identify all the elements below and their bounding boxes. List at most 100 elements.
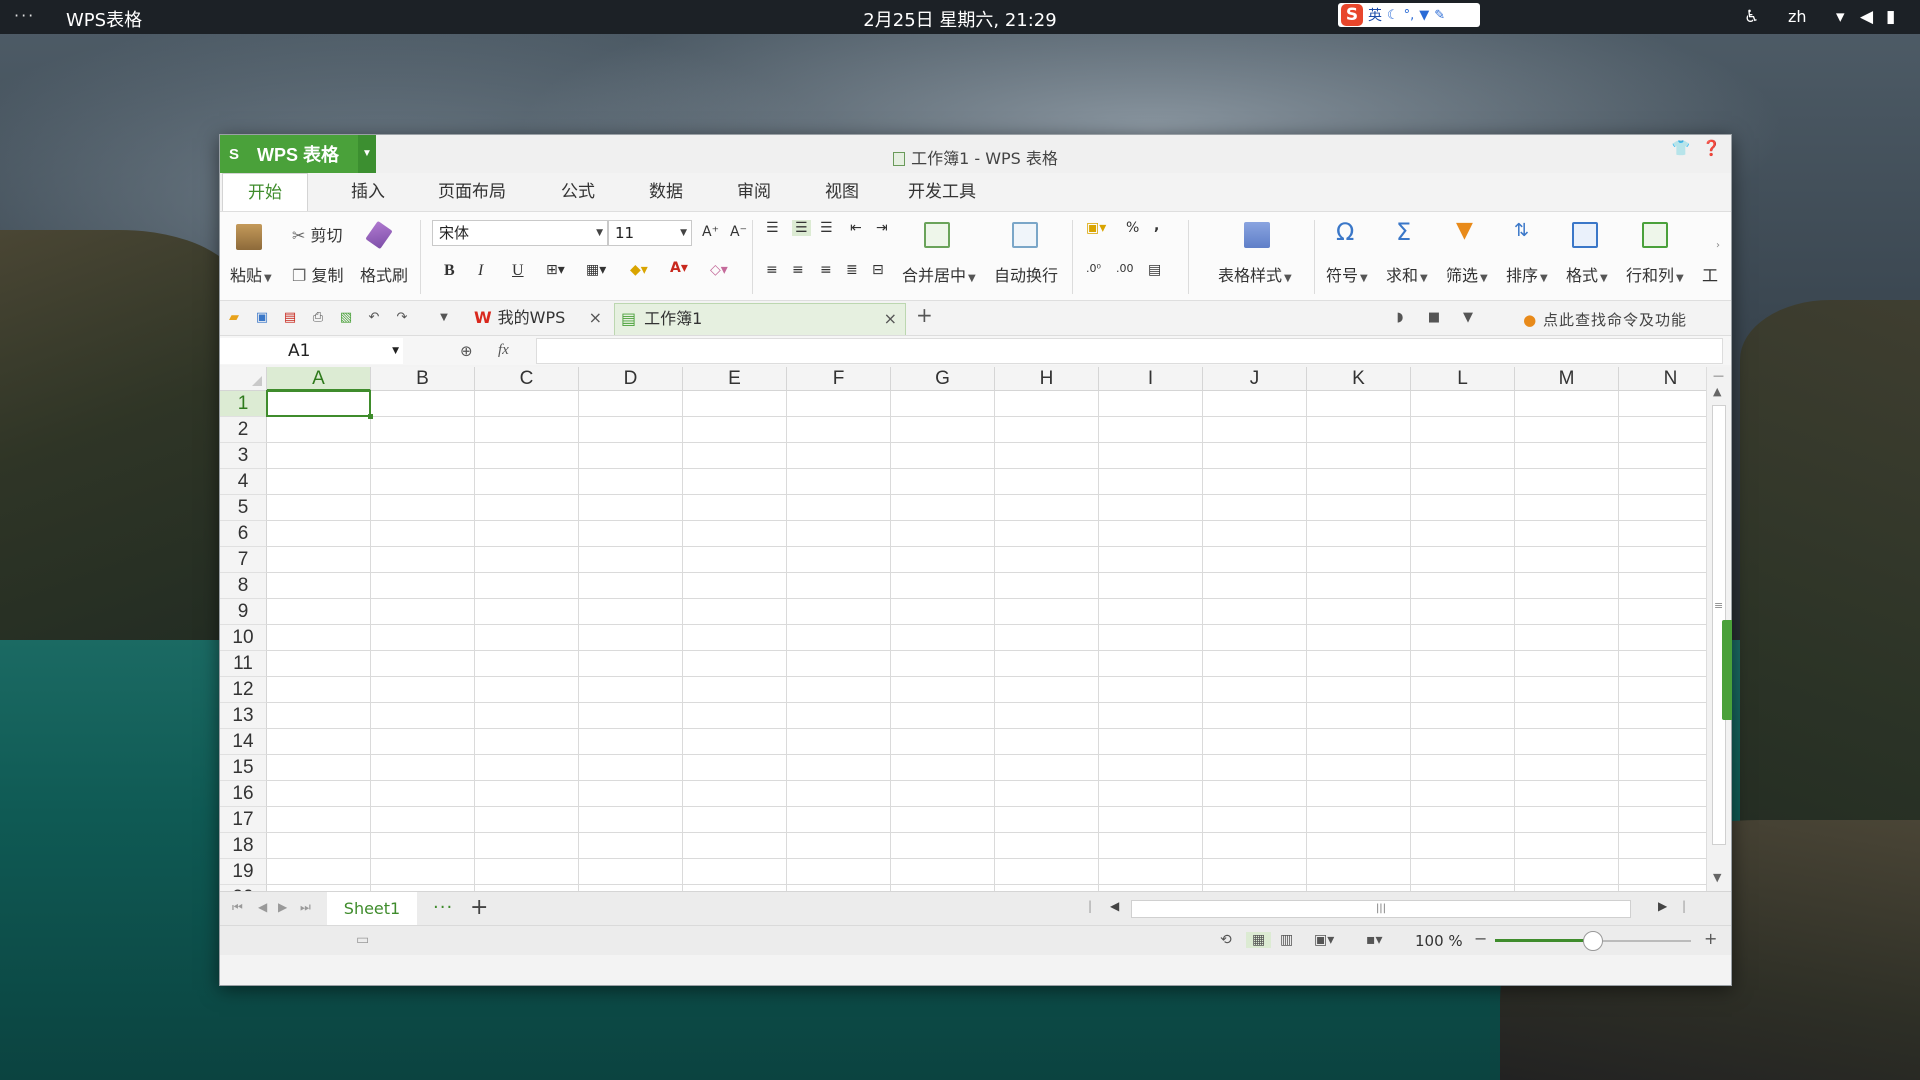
help-icon[interactable]: ❓: [1702, 139, 1721, 157]
wrap-text-icon[interactable]: [1012, 222, 1038, 248]
cut-button[interactable]: ✂ 剪切: [292, 222, 343, 246]
tab-my-wps[interactable]: W 我的WPS ×: [470, 303, 610, 335]
decrease-decimal-icon[interactable]: .00: [1116, 262, 1134, 275]
close-icon[interactable]: ×: [884, 304, 897, 334]
decrease-indent-icon[interactable]: ⇤: [850, 220, 862, 236]
tab-view[interactable]: 视图: [804, 173, 880, 211]
add-sheet-button[interactable]: +: [470, 895, 488, 920]
save-icon[interactable]: ▣: [254, 310, 270, 326]
border-icon[interactable]: ⊞▾: [546, 262, 565, 278]
zoom-search-icon[interactable]: ⊕: [460, 342, 473, 360]
more-sheets-button[interactable]: ···: [433, 897, 453, 918]
worksheet-button[interactable]: 工: [1702, 262, 1718, 286]
row-header[interactable]: 11: [220, 651, 267, 677]
column-header[interactable]: M: [1515, 367, 1619, 391]
sort-icon[interactable]: ⇅: [1514, 220, 1529, 241]
merge-center-button[interactable]: 合并居中 ▼: [902, 262, 976, 286]
scroll-up-icon[interactable]: ▲: [1713, 385, 1721, 398]
column-header[interactable]: A: [267, 367, 371, 391]
formula-input[interactable]: [536, 338, 1723, 364]
row-header[interactable]: 13: [220, 703, 267, 729]
filter-button[interactable]: 筛选 ▼: [1446, 262, 1488, 286]
last-sheet-icon[interactable]: ⏭: [300, 900, 311, 915]
language-indicator[interactable]: zh: [1788, 7, 1807, 26]
increase-indent-icon[interactable]: ⇥: [876, 220, 888, 236]
side-panel-toggle[interactable]: [1722, 620, 1732, 720]
number-format-icon[interactable]: ▤: [1148, 262, 1161, 278]
symbol-button[interactable]: 符号 ▼: [1326, 262, 1368, 286]
align-middle-icon[interactable]: ☰: [792, 220, 811, 236]
print-icon[interactable]: ⎙: [310, 310, 326, 326]
scroll-right-icon[interactable]: ▶: [1658, 899, 1667, 913]
column-header[interactable]: N: [1619, 367, 1706, 391]
redo-icon[interactable]: ↷: [394, 310, 410, 326]
sheet-tab-sheet1[interactable]: Sheet1: [327, 892, 417, 926]
reading-mode-icon[interactable]: ▣▾: [1314, 932, 1334, 948]
row-header[interactable]: 9: [220, 599, 267, 625]
row-header[interactable]: 19: [220, 859, 267, 885]
zoom-level[interactable]: 100 %: [1415, 932, 1463, 950]
paste-button[interactable]: 粘贴 ▼: [230, 262, 272, 286]
justify-icon[interactable]: ≣: [846, 262, 858, 278]
underline-button[interactable]: U: [512, 262, 524, 280]
row-header[interactable]: 1: [220, 391, 267, 417]
column-header[interactable]: C: [475, 367, 579, 391]
row-header[interactable]: 15: [220, 755, 267, 781]
undo-icon[interactable]: ↶: [366, 310, 382, 326]
column-header[interactable]: I: [1099, 367, 1203, 391]
customize-toolbar-icon[interactable]: ▼: [436, 310, 452, 326]
sum-button[interactable]: 求和 ▼: [1386, 262, 1428, 286]
select-all-corner[interactable]: [220, 367, 267, 391]
scroll-left-icon[interactable]: ◀: [1110, 899, 1119, 913]
zoom-in-icon[interactable]: +: [1704, 929, 1717, 948]
accessibility-icon[interactable]: ♿: [1744, 7, 1759, 27]
font-size-select[interactable]: 11 ▼: [608, 220, 692, 246]
comma-button[interactable]: ,: [1154, 218, 1159, 234]
column-header[interactable]: B: [371, 367, 475, 391]
row-header[interactable]: 8: [220, 573, 267, 599]
distributed-icon[interactable]: ⊟: [872, 262, 884, 278]
row-header[interactable]: 2: [220, 417, 267, 443]
insert-function-icon[interactable]: fx: [498, 342, 509, 359]
copy-button[interactable]: ❐ 复制: [292, 262, 343, 286]
tab-workbook1[interactable]: ▤ 工作簿1 ×: [614, 303, 906, 335]
format-painter-button[interactable]: 格式刷: [360, 262, 408, 286]
column-header[interactable]: D: [579, 367, 683, 391]
scroll-down-icon[interactable]: ▼: [1713, 871, 1721, 884]
wrap-text-button[interactable]: 自动换行: [994, 262, 1058, 286]
first-sheet-icon[interactable]: ⏮: [232, 900, 243, 915]
tab-data[interactable]: 数据: [628, 173, 704, 211]
ime-language[interactable]: 英: [1368, 5, 1382, 25]
clock[interactable]: 2月25日 星期六, 21:29: [0, 6, 1920, 32]
battery-icon[interactable]: ▮: [1886, 7, 1895, 27]
increase-decimal-icon[interactable]: .0⁰: [1086, 262, 1101, 275]
font-color-icon[interactable]: A▾: [670, 260, 688, 276]
rows-cols-icon[interactable]: [1642, 222, 1668, 248]
row-header[interactable]: 12: [220, 677, 267, 703]
tab-insert[interactable]: 插入: [330, 173, 406, 211]
column-header[interactable]: F: [787, 367, 891, 391]
punctuation-icon[interactable]: °,: [1404, 8, 1415, 23]
volume-icon[interactable]: ◀: [1860, 7, 1873, 27]
active-app-name[interactable]: WPS表格: [66, 6, 142, 32]
tab-home[interactable]: 开始: [222, 173, 308, 211]
row-header[interactable]: 14: [220, 729, 267, 755]
prev-sheet-icon[interactable]: ◀: [258, 900, 267, 914]
stop-icon[interactable]: ■: [1426, 310, 1442, 326]
zoom-slider-knob[interactable]: [1583, 931, 1603, 951]
tab-formulas[interactable]: 公式: [540, 173, 616, 211]
next-sheet-icon[interactable]: ▶: [278, 900, 287, 914]
currency-icon[interactable]: ▣▾: [1086, 220, 1106, 236]
zoom-out-icon[interactable]: −: [1474, 929, 1487, 948]
sort-button[interactable]: 排序 ▼: [1506, 262, 1548, 286]
column-header[interactable]: K: [1307, 367, 1411, 391]
decrease-font-icon[interactable]: A⁻: [730, 224, 747, 240]
column-header[interactable]: G: [891, 367, 995, 391]
bold-button[interactable]: B: [444, 262, 455, 280]
percent-button[interactable]: %: [1126, 220, 1139, 236]
normal-view-icon[interactable]: ▦: [1246, 932, 1272, 948]
skin-icon[interactable]: 👕: [1672, 139, 1691, 157]
row-header[interactable]: 18: [220, 833, 267, 859]
format-button[interactable]: 格式 ▼: [1566, 262, 1608, 286]
tab-page-layout[interactable]: 页面布局: [414, 173, 530, 211]
